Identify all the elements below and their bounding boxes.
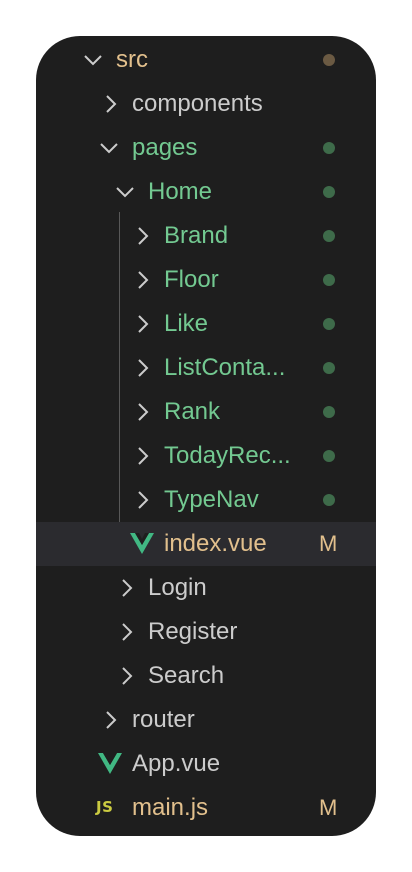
tree-item-label: TodayRec... [164, 442, 291, 469]
status-dot-icon [323, 54, 335, 66]
chevron-right-icon[interactable] [116, 577, 138, 599]
chevron-right-icon[interactable] [100, 709, 122, 731]
tree-item-label: Floor [164, 266, 219, 293]
tree-item-typenav[interactable]: TypeNav [36, 478, 376, 522]
tree-item-label: src [116, 46, 148, 73]
tree-item-router[interactable]: router [36, 698, 376, 742]
tree-item-app-vue[interactable]: App.vue [36, 742, 376, 786]
tree-item-label: Like [164, 310, 209, 337]
js-icon: JS [96, 798, 114, 816]
vue-icon [130, 533, 154, 555]
tree-item-main-js[interactable]: JS main.js M [36, 786, 376, 830]
tree-item-listcontainer[interactable]: ListConta... [36, 346, 376, 390]
tree-item-like[interactable]: Like [36, 302, 376, 346]
tree-item-index-vue[interactable]: index.vue M [36, 522, 376, 566]
tree-item-rank[interactable]: Rank [36, 390, 376, 434]
tree-item-label: components [132, 90, 263, 117]
chevron-down-icon[interactable] [82, 49, 104, 71]
tree-item-register[interactable]: Register [36, 610, 376, 654]
tree-item-label: ListConta... [164, 354, 286, 381]
tree-item-label: pages [132, 134, 198, 161]
tree-item-label: Home [148, 178, 213, 205]
tree-item-pages[interactable]: pages [36, 126, 376, 170]
status-dot-icon [323, 274, 335, 286]
tree-item-home[interactable]: Home [36, 170, 376, 214]
chevron-down-icon[interactable] [98, 137, 120, 159]
tree-item-label: TypeNav [164, 486, 259, 513]
chevron-right-icon[interactable] [132, 313, 154, 335]
status-dot-icon [323, 142, 335, 154]
status-dot-icon [323, 186, 335, 198]
chevron-right-icon[interactable] [132, 445, 154, 467]
tree-item-src[interactable]: src [36, 38, 376, 82]
tree-item-components[interactable]: components [36, 82, 376, 126]
vue-icon [98, 753, 122, 775]
tree-item-label: main.js [132, 794, 209, 821]
tree-item-label: Brand [164, 222, 229, 249]
tree-item-brand[interactable]: Brand [36, 214, 376, 258]
status-dot-icon [323, 406, 335, 418]
chevron-right-icon[interactable] [132, 489, 154, 511]
tree-item-label: Login [148, 574, 207, 601]
tree-item-label: Register [148, 618, 238, 645]
tree-item-label: index.vue [164, 530, 267, 557]
tree-item-todayrecommend[interactable]: TodayRec... [36, 434, 376, 478]
chevron-right-icon[interactable] [132, 269, 154, 291]
chevron-right-icon[interactable] [132, 401, 154, 423]
tree-item-search[interactable]: Search [36, 654, 376, 698]
git-status-badge: M [319, 531, 338, 556]
tree-item-label: router [132, 706, 195, 733]
status-dot-icon [323, 230, 335, 242]
tree-item-floor[interactable]: Floor [36, 258, 376, 302]
tree-item-label: App.vue [132, 750, 221, 777]
status-dot-icon [323, 318, 335, 330]
chevron-right-icon[interactable] [132, 225, 154, 247]
chevron-right-icon[interactable] [100, 93, 122, 115]
tree-item-label: Rank [164, 398, 221, 425]
tree-item-label: Search [148, 662, 225, 689]
chevron-right-icon[interactable] [116, 621, 138, 643]
status-dot-icon [323, 494, 335, 506]
file-explorer-tree: src components pages Home Brand Floor Li… [36, 36, 376, 836]
status-dot-icon [323, 362, 335, 374]
status-dot-icon [323, 450, 335, 462]
chevron-right-icon[interactable] [132, 357, 154, 379]
git-status-badge: M [319, 795, 338, 820]
tree-item-login[interactable]: Login [36, 566, 376, 610]
chevron-right-icon[interactable] [116, 665, 138, 687]
chevron-down-icon[interactable] [114, 181, 136, 203]
